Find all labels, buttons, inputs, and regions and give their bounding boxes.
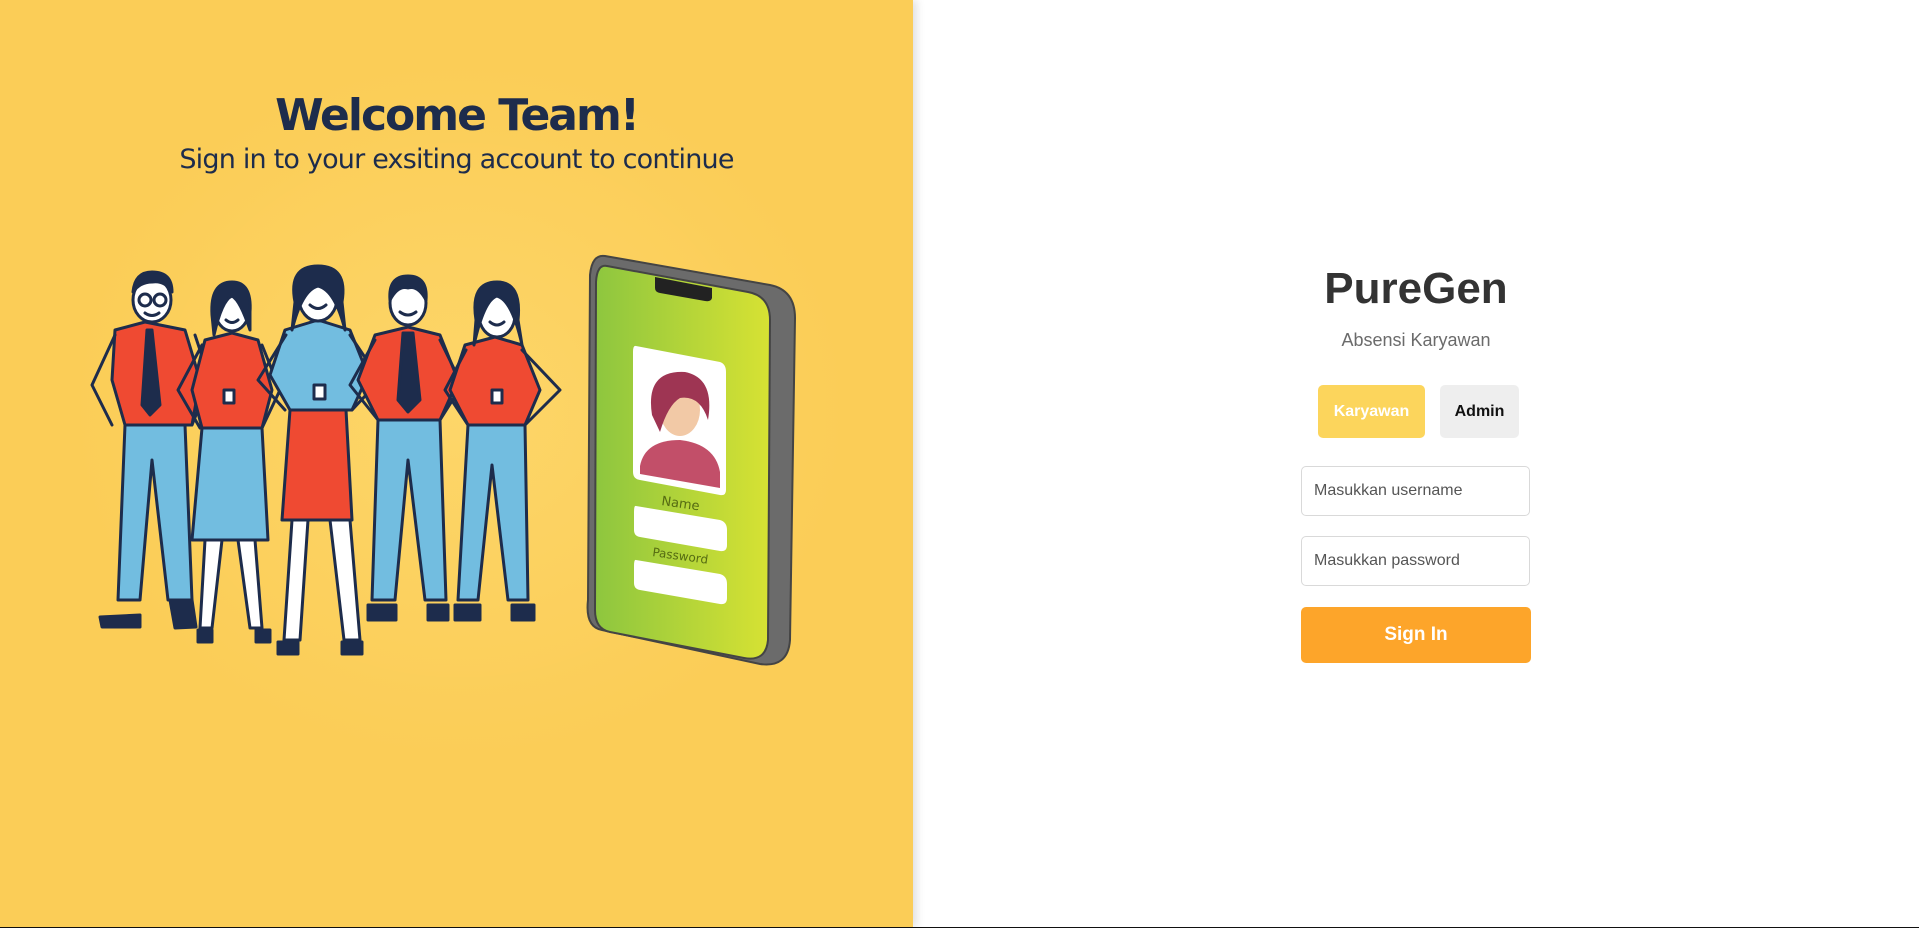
password-input[interactable] [1301,536,1530,586]
username-input[interactable] [1301,466,1530,516]
sign-in-button[interactable]: Sign In [1301,607,1531,663]
app-subtitle: Absensi Karyawan [1341,330,1491,350]
app-title: PureGen [1324,264,1508,313]
person-woman-skirt [176,280,282,644]
person-man-tie [348,274,464,622]
hero-panel: Welcome Team! Sign in to your exsiting a… [0,0,913,927]
role-selector: Karyawan Admin [1318,385,1519,438]
person-man-glasses [90,270,212,630]
person-woman-right [443,280,562,622]
role-admin-button[interactable]: Admin [1440,385,1519,438]
person-woman-center [256,264,382,656]
team-illustration: Name Password [90,254,797,666]
role-karyawan-button[interactable]: Karyawan [1318,385,1425,438]
login-panel: PureGen Absensi Karyawan Karyawan Admin … [913,0,1919,927]
phone-graphic: Name Password [586,254,797,666]
